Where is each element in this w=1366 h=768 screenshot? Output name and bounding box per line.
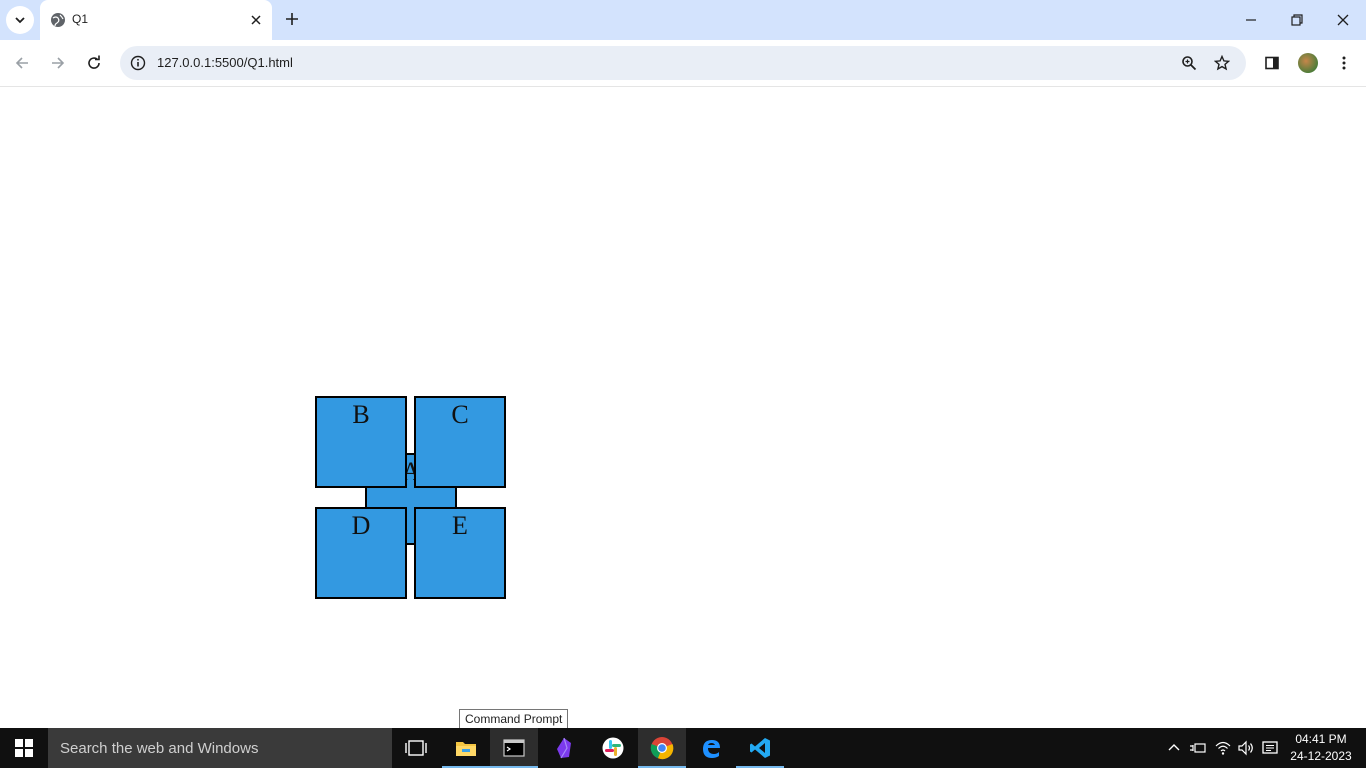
task-view-icon <box>405 740 427 756</box>
vscode-app[interactable] <box>736 728 784 768</box>
zoom-icon <box>1182 56 1197 71</box>
arrow-left-icon <box>15 57 28 69</box>
url-text[interactable]: 127.0.0.1:5500/Q1.html <box>157 55 293 70</box>
action-center-button[interactable] <box>1260 738 1280 758</box>
box-c: C <box>414 396 506 488</box>
task-view-button[interactable] <box>392 728 440 768</box>
volume-button[interactable] <box>1236 738 1256 758</box>
obsidian-icon <box>557 737 571 759</box>
tab-close-button[interactable] <box>246 10 266 30</box>
restore-button[interactable] <box>1274 0 1320 40</box>
edge-icon <box>703 740 720 758</box>
minimize-button[interactable] <box>1228 0 1274 40</box>
close-icon <box>1337 14 1349 26</box>
close-window-button[interactable] <box>1320 0 1366 40</box>
chevron-up-icon <box>1168 744 1180 751</box>
clock-time: 04:41 PM <box>1295 732 1347 746</box>
more-vert-icon <box>1342 56 1346 70</box>
speaker-icon <box>1238 740 1253 756</box>
avatar <box>1298 53 1318 73</box>
command-prompt-app[interactable] <box>490 728 538 768</box>
info-icon <box>130 55 146 71</box>
address-bar[interactable]: 127.0.0.1:5500/Q1.html <box>120 46 1246 80</box>
side-panel-button[interactable] <box>1258 49 1286 77</box>
tab-strip: Q1 <box>0 0 1366 40</box>
reload-button[interactable] <box>80 49 108 77</box>
profile-button[interactable] <box>1294 49 1322 77</box>
browser-toolbar: 127.0.0.1:5500/Q1.html <box>0 40 1366 87</box>
command-prompt-tooltip: Command Prompt <box>459 709 569 729</box>
wifi-icon <box>1215 741 1231 755</box>
start-button[interactable] <box>0 728 48 768</box>
close-icon <box>251 15 261 25</box>
chrome-icon <box>650 737 674 760</box>
slack-icon <box>602 737 624 759</box>
file-explorer-app[interactable] <box>442 728 490 768</box>
restore-icon <box>1291 14 1303 26</box>
command-prompt-icon <box>503 739 525 757</box>
clock-date: 24-12-2023 <box>1290 749 1352 763</box>
power-status-button[interactable] <box>1188 738 1208 758</box>
minimize-icon <box>1246 19 1256 21</box>
back-button[interactable] <box>8 49 36 77</box>
file-explorer-icon <box>456 742 476 756</box>
forward-button[interactable] <box>44 49 72 77</box>
plus-icon <box>286 13 298 25</box>
taskbar-search[interactable]: Search the web and Windows <box>48 728 392 768</box>
edge-app[interactable] <box>687 728 735 768</box>
obsidian-app[interactable] <box>540 728 588 768</box>
taskbar: Search the web and Windows 04:41 PM 24-1… <box>0 728 1366 768</box>
box-d: D <box>315 507 407 599</box>
star-icon <box>1214 55 1230 71</box>
slack-app[interactable] <box>589 728 637 768</box>
arrow-right-icon <box>52 57 65 69</box>
zoom-button[interactable] <box>1179 53 1199 73</box>
battery-plug-icon <box>1190 743 1206 753</box>
show-hidden-icons-button[interactable] <box>1164 738 1184 758</box>
notifications-icon <box>1262 741 1278 754</box>
globe-icon <box>51 13 65 27</box>
site-info-button[interactable] <box>128 53 148 73</box>
box-e: E <box>414 507 506 599</box>
box-b: B <box>315 396 407 488</box>
taskbar-search-placeholder: Search the web and Windows <box>60 740 259 757</box>
chevron-down-icon <box>15 17 25 24</box>
vscode-icon <box>750 738 770 758</box>
tab-title: Q1 <box>72 12 89 26</box>
chrome-menu-button[interactable] <box>1330 49 1358 77</box>
tab-q1[interactable]: Q1 <box>40 0 272 40</box>
page-viewport: A B C D E <box>0 87 1366 728</box>
reload-icon <box>88 55 100 69</box>
network-button[interactable] <box>1213 738 1233 758</box>
side-panel-icon <box>1265 56 1279 70</box>
new-tab-button[interactable] <box>282 10 302 30</box>
chrome-app[interactable] <box>638 728 686 768</box>
taskbar-clock[interactable]: 04:41 PM 24-12-2023 <box>1286 731 1356 765</box>
tab-search-button[interactable] <box>6 6 34 34</box>
windows-logo-icon <box>15 739 33 757</box>
bookmark-button[interactable] <box>1212 53 1232 73</box>
